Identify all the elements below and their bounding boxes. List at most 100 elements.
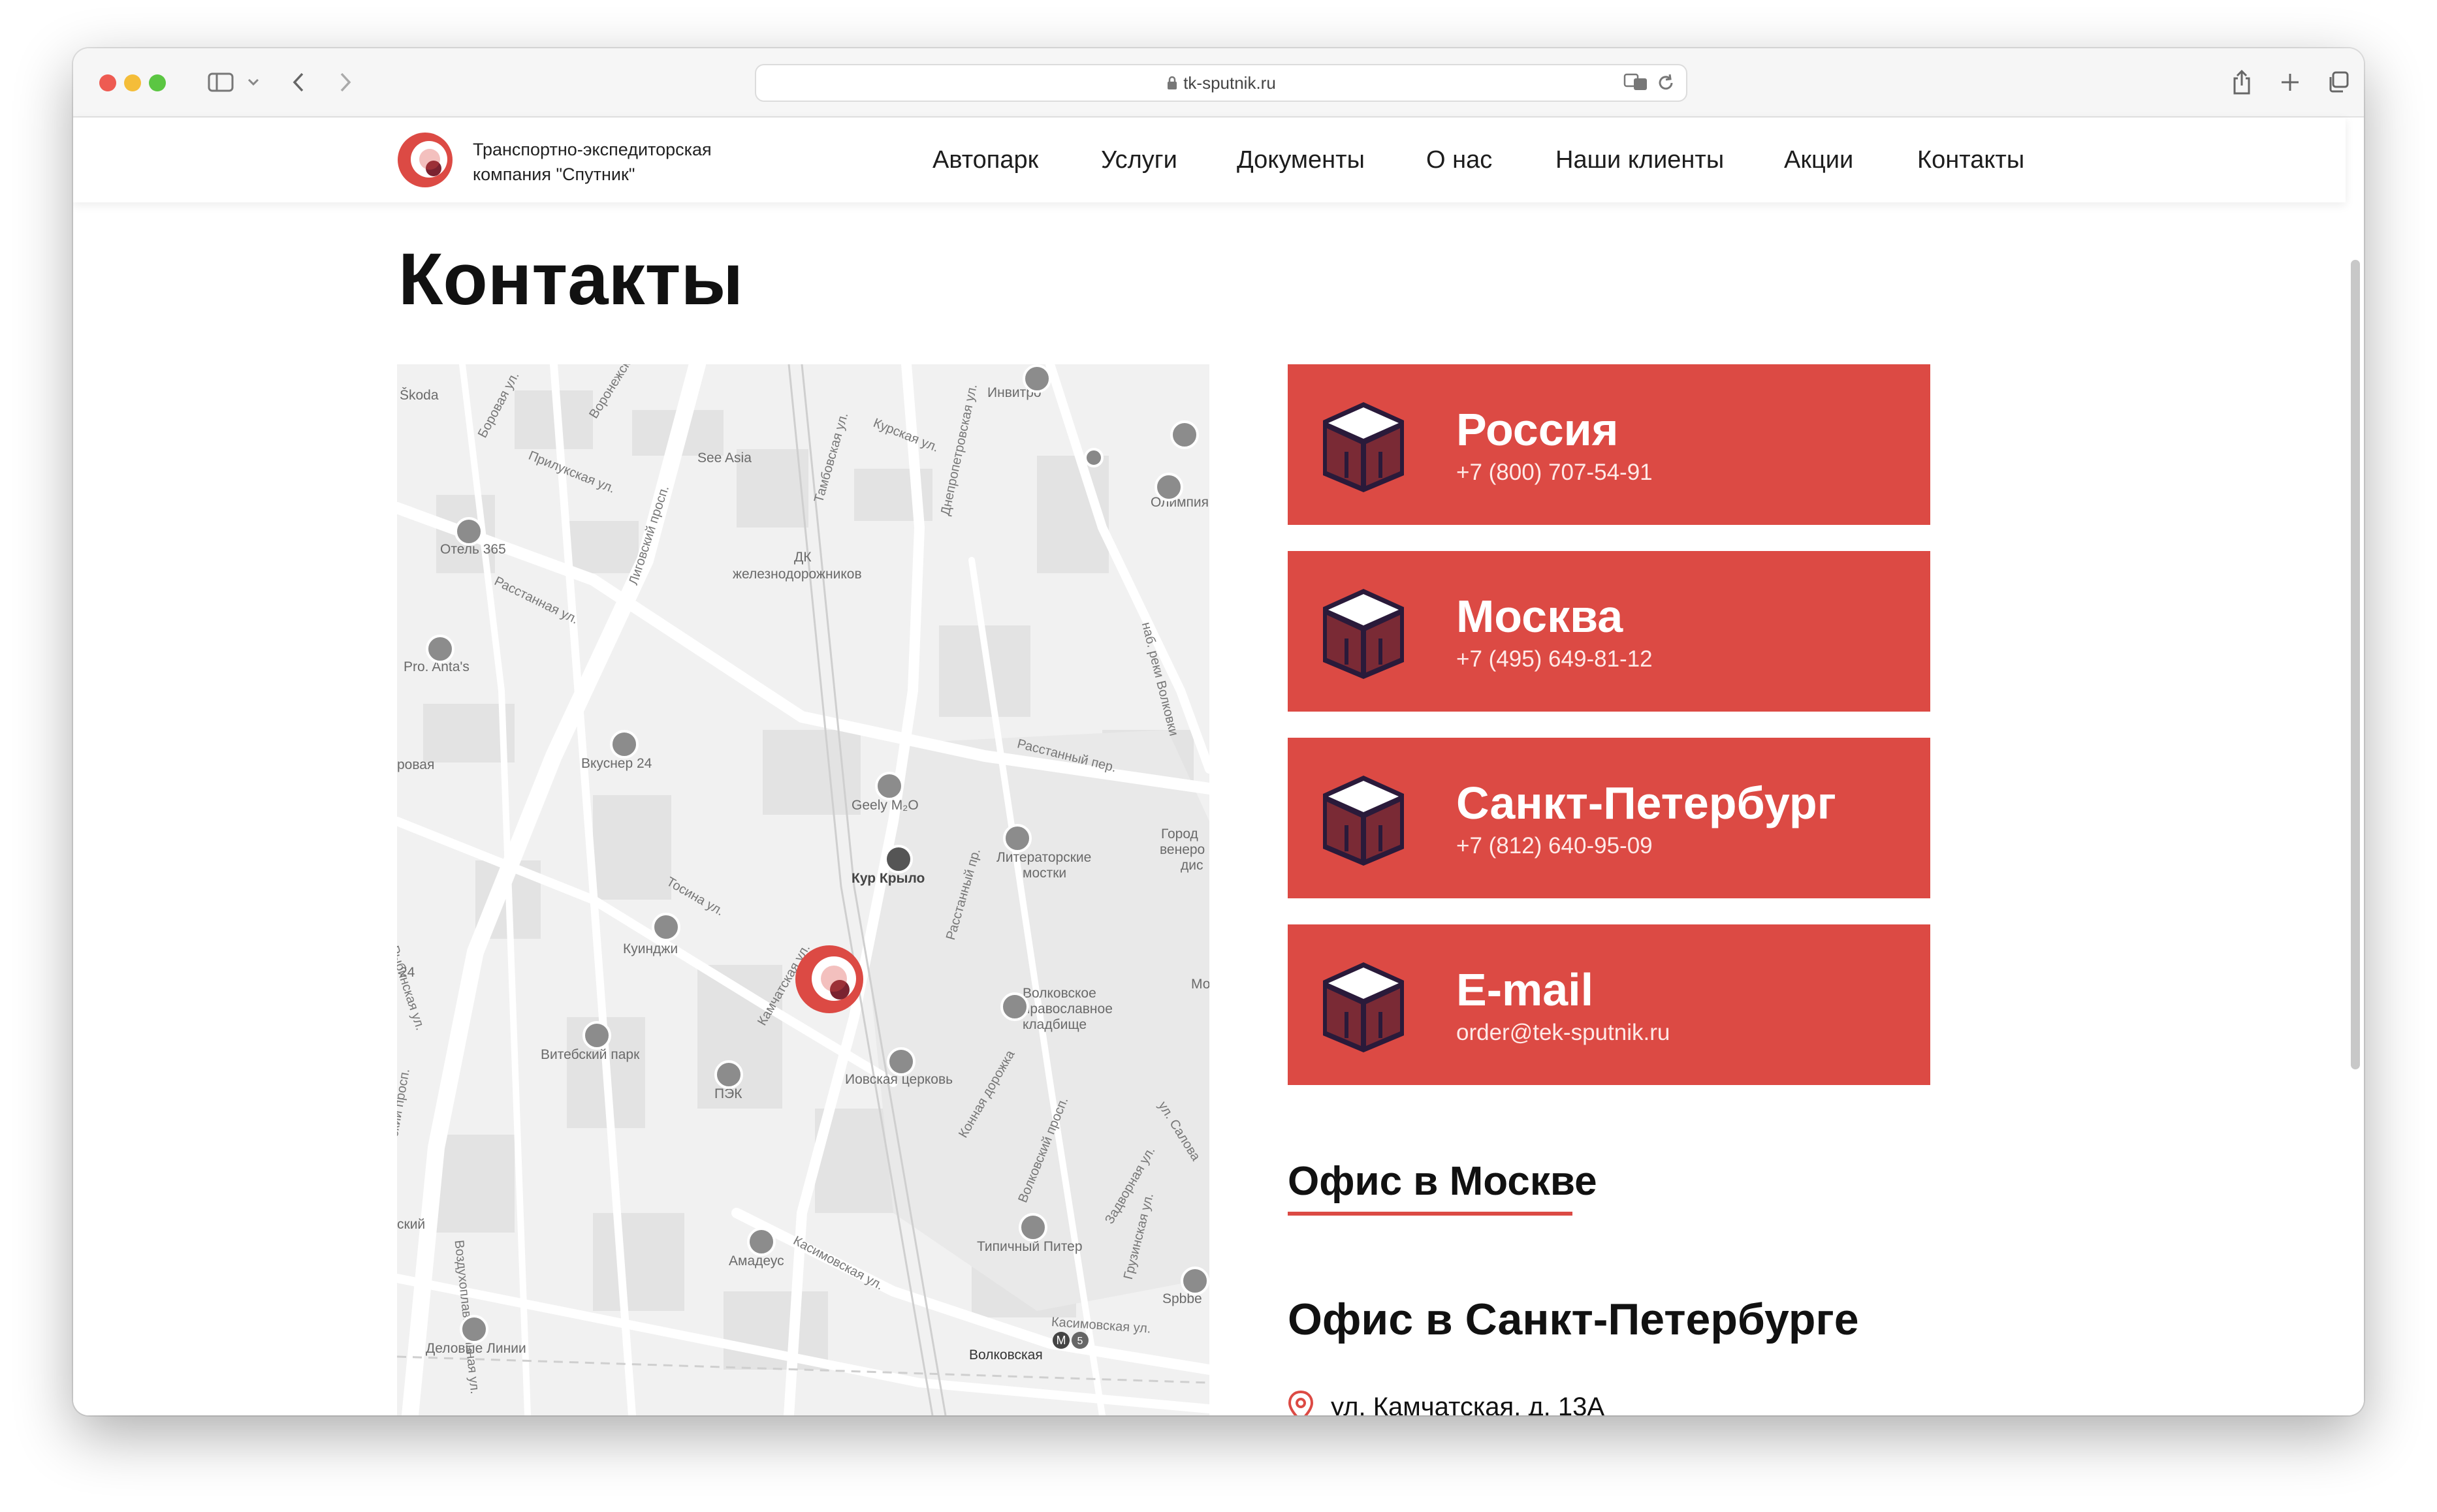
map-label: ДК bbox=[794, 550, 812, 565]
zoom-window-button[interactable] bbox=[149, 74, 166, 91]
map-label: Кур Крыло bbox=[852, 871, 925, 886]
map-widget[interactable]: Škoda See Asia Инвитро Олимпия Отель 365… bbox=[397, 364, 1209, 1415]
map-label: Вкуснер 24 bbox=[581, 756, 652, 771]
share-icon[interactable] bbox=[2225, 65, 2258, 99]
card-title: Россия bbox=[1456, 404, 1619, 455]
map-label: ровая bbox=[397, 757, 435, 772]
map-label: Типичный Питер bbox=[977, 1239, 1083, 1254]
company-name-line2: компания "Спутник" bbox=[473, 165, 635, 184]
map-label: Литераторские bbox=[996, 850, 1092, 865]
map-label: See Asia bbox=[697, 450, 752, 465]
office-map-marker-icon[interactable] bbox=[793, 943, 866, 1016]
map-poi-icon[interactable] bbox=[652, 913, 680, 941]
contact-card-email[interactable]: E-mail order@tek-sputnik.ru bbox=[1288, 924, 1930, 1085]
nav-avtopark[interactable]: Автопарк bbox=[932, 118, 1038, 202]
map-poi-icon[interactable] bbox=[887, 1047, 916, 1076]
new-tab-icon[interactable] bbox=[2274, 65, 2306, 99]
map-label: Амадеус bbox=[729, 1253, 784, 1268]
reload-icon[interactable] bbox=[1656, 73, 1676, 96]
browser-window: tk-sputnik.ru Транспортно-экспедиторская… bbox=[73, 48, 2364, 1415]
office-spb-address: ул. Камчатская, д. 13А bbox=[1331, 1393, 1605, 1415]
map-poi-icon[interactable] bbox=[1000, 992, 1029, 1021]
nav-uslugi[interactable]: Услуги bbox=[1101, 118, 1177, 202]
card-email[interactable]: order@tek-sputnik.ru bbox=[1456, 1018, 1670, 1047]
map-poi-icon[interactable] bbox=[460, 1315, 488, 1344]
nav-aktsii[interactable]: Акции bbox=[1784, 118, 1853, 202]
card-phone[interactable]: +7 (800) 707-54-91 bbox=[1456, 458, 1653, 487]
map-poi-icon[interactable] bbox=[426, 635, 454, 663]
translate-icon[interactable] bbox=[1623, 72, 1648, 96]
svg-text:М: М bbox=[1057, 1334, 1066, 1347]
company-name-line1: Транспортно-экспедиторская bbox=[473, 140, 712, 159]
forward-icon[interactable] bbox=[329, 65, 362, 99]
office-spb-title: Офис в Санкт-Петербурге bbox=[1288, 1295, 1859, 1344]
contact-card-spb[interactable]: Санкт-Петербург +7 (812) 640-95-09 bbox=[1288, 738, 1930, 898]
box-icon bbox=[1318, 958, 1409, 1055]
map-label: Куинджи bbox=[623, 941, 678, 956]
map-label: железнодорожников bbox=[733, 567, 862, 582]
chevron-down-icon[interactable] bbox=[240, 65, 266, 99]
map-poi-icon[interactable] bbox=[1019, 1213, 1047, 1242]
map-poi-icon[interactable] bbox=[875, 772, 904, 800]
map-roads bbox=[397, 364, 1209, 1415]
tab-overview-icon[interactable] bbox=[2322, 65, 2355, 99]
page-title: Контакты bbox=[398, 238, 744, 320]
map-label: Волковское bbox=[1023, 986, 1096, 1001]
address-bar[interactable]: tk-sputnik.ru bbox=[755, 64, 1687, 102]
close-window-button[interactable] bbox=[99, 74, 116, 91]
card-phone[interactable]: +7 (812) 640-95-09 bbox=[1456, 832, 1653, 860]
company-logo-icon[interactable] bbox=[396, 131, 454, 189]
card-title: Санкт-Петербург bbox=[1456, 778, 1836, 828]
map-poi-icon[interactable] bbox=[1084, 448, 1104, 467]
map-label: Škoda bbox=[400, 388, 439, 403]
nav-kontakty[interactable]: Контакты bbox=[1917, 118, 2024, 202]
back-icon[interactable] bbox=[282, 65, 315, 99]
map-label: венеро bbox=[1160, 842, 1205, 857]
map-label: мостки bbox=[1023, 866, 1067, 881]
nav-nashi-klienty[interactable]: Наши клиенты bbox=[1555, 118, 1724, 202]
contact-card-russia[interactable]: Россия +7 (800) 707-54-91 bbox=[1288, 364, 1930, 525]
minimize-window-button[interactable] bbox=[124, 74, 141, 91]
box-icon bbox=[1318, 585, 1409, 682]
box-icon bbox=[1318, 772, 1409, 868]
metro-station-label: Волковская bbox=[969, 1347, 1043, 1362]
map-poi-icon[interactable] bbox=[1170, 420, 1199, 449]
map-poi-icon[interactable] bbox=[747, 1227, 776, 1256]
map-poi-icon[interactable] bbox=[714, 1060, 743, 1089]
map-poi-icon[interactable] bbox=[884, 845, 913, 874]
url-text: tk-sputnik.ru bbox=[1183, 73, 1276, 93]
map-poi-icon[interactable] bbox=[1181, 1267, 1209, 1295]
web-page: Транспортно-экспедиторская компания "Спу… bbox=[73, 118, 2364, 1415]
map-poi-icon[interactable] bbox=[1155, 473, 1183, 501]
map-poi-icon[interactable] bbox=[582, 1021, 611, 1050]
sidebar-toggle-icon[interactable] bbox=[201, 65, 240, 99]
card-phone[interactable]: +7 (495) 649-81-12 bbox=[1456, 645, 1653, 674]
map-label: дис bbox=[1181, 858, 1203, 873]
office-moscow-tab[interactable]: Офис в Москве bbox=[1288, 1156, 1597, 1208]
site-header: Транспортно-экспедиторская компания "Спу… bbox=[73, 118, 2346, 202]
lock-icon bbox=[1166, 67, 1178, 102]
contact-card-moscow[interactable]: Москва +7 (495) 649-81-12 bbox=[1288, 551, 1930, 712]
page-scrollbar[interactable] bbox=[2351, 260, 2360, 1069]
map-label: ский bbox=[397, 1217, 426, 1232]
map-label: Geely M₂O bbox=[852, 798, 919, 813]
card-title: Москва bbox=[1456, 591, 1623, 642]
map-poi-icon[interactable] bbox=[1023, 364, 1051, 393]
box-icon bbox=[1318, 398, 1409, 495]
map-poi-icon[interactable] bbox=[610, 730, 639, 759]
nav-o-nas[interactable]: О нас bbox=[1426, 118, 1492, 202]
map-label: кладбище bbox=[1023, 1017, 1087, 1032]
map-label: Город bbox=[1161, 827, 1198, 842]
map-label: Витебский парк bbox=[541, 1047, 640, 1062]
map-poi-icon[interactable] bbox=[454, 517, 483, 546]
svg-text:5: 5 bbox=[1077, 1336, 1083, 1347]
browser-toolbar: tk-sputnik.ru bbox=[73, 48, 2364, 118]
company-name: Транспортно-экспедиторская компания "Спу… bbox=[473, 137, 712, 187]
map-label: православное bbox=[1023, 1001, 1113, 1016]
active-tab-underline bbox=[1288, 1212, 1572, 1216]
map-label: Мо bbox=[1191, 977, 1209, 992]
location-pin-icon bbox=[1288, 1390, 1314, 1415]
map-poi-icon[interactable] bbox=[1003, 824, 1032, 853]
card-title: E-mail bbox=[1456, 964, 1594, 1015]
nav-dokumenty[interactable]: Документы bbox=[1237, 118, 1365, 202]
